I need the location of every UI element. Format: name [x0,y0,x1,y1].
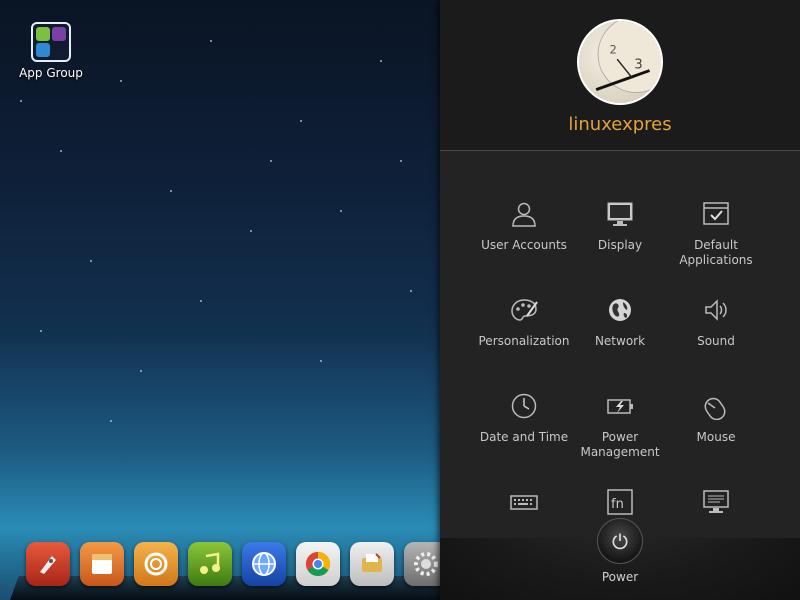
control-center-panel: 2 3 linuxexpres User Accounts Display De… [440,0,800,600]
svg-text:fn: fn [611,497,624,512]
settings-item-network[interactable]: Network [572,292,668,388]
browser-globe-icon[interactable] [242,542,286,586]
music-player-icon[interactable] [188,542,232,586]
settings-item-label: Power Management [580,430,660,459]
settings-item-label: Display [597,238,643,252]
store-icon[interactable] [80,542,124,586]
user-icon [512,202,536,227]
battery-icon [607,399,633,414]
power-label: Power [601,570,639,584]
power-button[interactable] [597,518,643,564]
settings-item-label: Default Applications [679,238,753,267]
desktop: App Group [0,0,440,600]
svg-text:2: 2 [610,42,617,56]
settings-item-label: Mouse [696,430,736,444]
user-header: 2 3 linuxexpres [440,0,800,151]
chrome-icon[interactable] [296,542,340,586]
settings-item-date-and-time[interactable]: Date and Time [476,388,572,484]
settings-item-sound[interactable]: Sound [668,292,764,388]
settings-item-personalization[interactable]: Personalization [476,292,572,388]
globe-icon [609,299,631,321]
file-manager-icon[interactable] [350,542,394,586]
spiral-app-icon[interactable] [134,542,178,586]
power-icon [612,533,628,550]
rocket-launcher-icon[interactable] [26,542,70,586]
settings-item-label: Sound [697,334,735,348]
keyboard-icon [510,495,538,510]
settings-item-label: User Accounts [481,238,567,252]
app-group-icon [31,22,71,62]
settings-item-display[interactable]: Display [572,196,668,292]
monitor-icon [607,202,633,226]
settings-item-default-applications[interactable]: Default Applications [668,196,764,292]
speaker-icon [705,299,727,321]
default-apps-icon [703,202,729,225]
settings-item-mouse[interactable]: Mouse [668,388,764,484]
system-info-icon [703,490,729,513]
svg-text:3: 3 [634,58,642,73]
settings-item-label: Personalization [478,334,570,348]
palette-icon [511,299,538,321]
settings-item-user-accounts[interactable]: User Accounts [476,196,572,292]
user-avatar[interactable]: 2 3 [577,19,663,105]
settings-item-label: Date and Time [479,430,569,444]
fn-key-icon: fn [607,489,633,515]
desktop-icon-app-group[interactable]: App Group [16,22,86,80]
username: linuxexpres [568,114,672,135]
dock [0,530,440,600]
mouse-icon [704,397,726,420]
settings-item-power-management[interactable]: Power Management [572,388,668,484]
clock-avatar-image: 2 3 [595,21,661,93]
settings-gear-icon[interactable] [404,542,440,586]
desktop-icon-label: App Group [19,66,83,80]
star-field [0,0,440,600]
settings-item-label: Network [594,334,646,348]
clock-icon [511,393,537,419]
